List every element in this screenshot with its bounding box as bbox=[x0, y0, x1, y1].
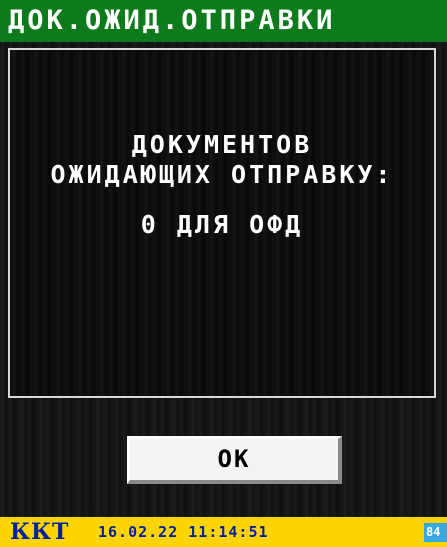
device-label: ККТ bbox=[10, 519, 70, 545]
message-panel: ДОКУМЕНТОВ ОЖИДАЮЩИХ ОТПРАВКУ: 0 ДЛЯ ОФД bbox=[8, 48, 436, 398]
main-screen: ДОКУМЕНТОВ ОЖИДАЮЩИХ ОТПРАВКУ: 0 ДЛЯ ОФД… bbox=[0, 42, 447, 517]
message-line-1: ДОКУМЕНТОВ bbox=[131, 130, 313, 159]
message-line-2: ОЖИДАЮЩИХ ОТПРАВКУ: bbox=[50, 160, 394, 189]
status-datetime: 16.02.22 11:14:51 bbox=[98, 523, 269, 541]
pending-count-text: 0 ДЛЯ ОФД bbox=[140, 210, 304, 239]
ok-button[interactable]: OK bbox=[127, 436, 342, 484]
window-title: ДОК.ОЖИД.ОТПРАВКИ bbox=[0, 0, 447, 42]
status-bar: ККТ 16.02.22 11:14:51 84 bbox=[0, 517, 447, 547]
status-badge: 84 bbox=[424, 523, 447, 542]
